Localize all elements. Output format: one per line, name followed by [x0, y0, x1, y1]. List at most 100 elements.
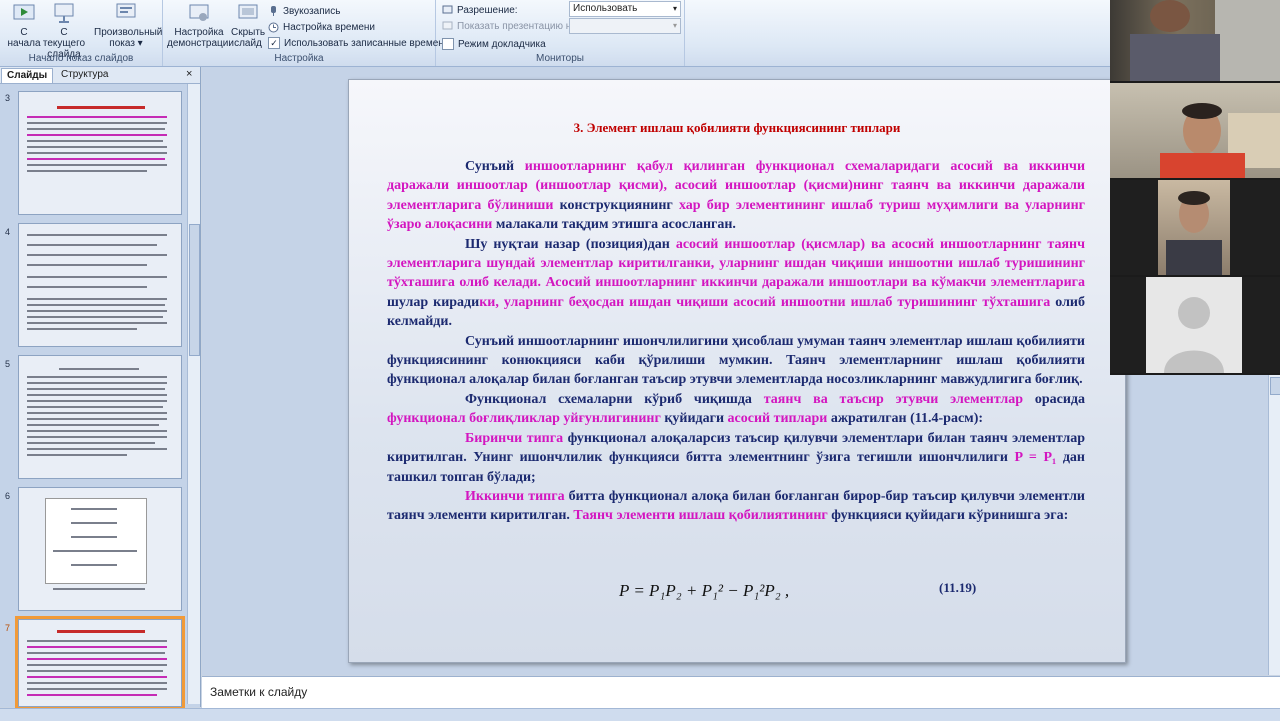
text-segment: таянч ва таъсир этувчи элементлар — [763, 391, 1024, 407]
paragraph-4: Функционал схемаларни кўриб чиқишда таян… — [387, 390, 1085, 429]
text-segment: малакали тақдим этишга асосланган. — [492, 217, 736, 233]
slides-pane-scrollbar[interactable] — [187, 84, 200, 704]
slide-title: 3. Элемент ишлаш қобилияти функциясининг… — [573, 120, 901, 135]
paragraph-1: Сунъий иншоотларнинг қабул қилинган функ… — [387, 157, 1085, 235]
participant-video-3 — [1166, 191, 1222, 275]
current-slide[interactable]: 3. Элемент ишлаш қобилияти функциясининг… — [348, 79, 1126, 663]
resolution-label: Разрешение: — [457, 4, 518, 16]
group-start-slideshow: С начала С текущего слайда Произвольный … — [0, 0, 163, 66]
text-segment: Иккинчи типга — [465, 488, 565, 504]
text-segment: конструкциянинг — [553, 197, 679, 213]
video-tile-2[interactable] — [1110, 83, 1280, 180]
play-icon — [13, 4, 35, 20]
group-monitors: Разрешение: Использовать текуще... ▾ Пок… — [436, 0, 685, 66]
chevron-down-icon: ▾ — [672, 4, 677, 13]
microphone-icon — [271, 5, 276, 16]
slide-thumbnail-4[interactable] — [18, 223, 182, 347]
ribbon: С начала С текущего слайда Произвольный … — [0, 0, 1110, 67]
tab-outline[interactable]: Структура — [56, 68, 113, 82]
projector-icon — [54, 3, 74, 23]
show-on-label-row: Показать презентацию на: — [442, 18, 580, 34]
notes-pane[interactable]: Заметки к слайду — [202, 676, 1280, 709]
equation-number: (11.19) — [939, 580, 977, 595]
from-beginning-label-2: начала — [7, 38, 41, 49]
from-beginning-label-1: С — [20, 27, 28, 38]
record-narration-label: Звукозапись — [283, 5, 341, 17]
text-segment: Биринчи типга — [465, 430, 564, 446]
text-segment: асосий типлари — [727, 411, 828, 427]
notes-placeholder: Заметки к слайду — [210, 685, 308, 699]
presenter-view-label: Режим докладчика — [458, 38, 546, 50]
video-tile-4[interactable] — [1110, 277, 1280, 375]
text-segment: шулар киради — [387, 294, 480, 310]
scrollbar-thumb[interactable] — [1270, 377, 1280, 395]
slide-number-6: 6 — [5, 491, 11, 501]
from-current-slide-button[interactable]: С текущего слайда — [40, 2, 88, 60]
default-avatar-icon — [1164, 297, 1224, 373]
slide-editing-area: 3. Элемент ишлаш қобилияти функциясининг… — [202, 67, 1268, 675]
checkmark-icon: ✓ — [268, 37, 280, 49]
setup-slideshow-button[interactable]: Настройка демонстрации — [167, 2, 234, 50]
text-segment: Сунъий — [465, 159, 525, 174]
scrollbar-thumb[interactable] — [189, 224, 200, 356]
custom-show-icon — [116, 3, 136, 18]
rehearse-timings-button[interactable]: Настройка времени — [268, 19, 375, 35]
slide-number-3: 3 — [5, 93, 11, 103]
close-icon[interactable]: × — [186, 68, 192, 80]
rehearse-timings-label: Настройка времени — [283, 21, 375, 33]
setup-label-2: демонстрации — [167, 38, 234, 49]
slide-number-5: 5 — [5, 359, 11, 369]
resolution-dropdown[interactable]: Использовать текуще... ▾ — [569, 1, 681, 28]
group-start-title: Начало показ слайдов — [28, 53, 134, 64]
from-current-label-1: С текущего — [42, 27, 86, 49]
group-setup-title: Настройка — [274, 53, 324, 64]
text-segment: орасида — [1023, 391, 1085, 407]
hide-slide-label-2: слайд — [234, 38, 262, 49]
paragraph-3: Сунъий иншоотларнинг ишончлилигини ҳисоб… — [387, 332, 1085, 390]
slide-vertical-scrollbar[interactable] — [1268, 373, 1280, 675]
slide-thumbnail-7-selected[interactable] — [15, 616, 185, 710]
text-segment: Функционал схемаларни кўриб чиқишда — [465, 391, 764, 407]
slide-body-text: Сунъий иншоотларнинг қабул қилинган функ… — [387, 157, 1085, 526]
slide-number-4: 4 — [5, 227, 11, 237]
text-segment: функционал боғлиқликлар уйғунлигининг — [387, 411, 661, 427]
monitor-icon — [442, 5, 453, 13]
hide-slide-label-1: Скрыть — [231, 27, 266, 38]
pane-tabs: Слайды Структура × — [0, 67, 200, 84]
group-monitors-title: Мониторы — [536, 53, 584, 64]
show-on-dropdown[interactable]: ▾ — [569, 18, 681, 34]
paragraph-6: Иккинчи типга битта функционал алоқа бил… — [387, 487, 1085, 526]
text-segment: қуйидаги — [660, 411, 728, 427]
presenter-view-checkbox[interactable]: Режим докладчика — [442, 36, 546, 52]
use-timings-label: Использовать записанные времена — [284, 37, 450, 49]
status-bar — [0, 708, 1280, 721]
monitor-icon — [442, 21, 453, 29]
slide-thumbnail-3[interactable] — [18, 91, 182, 215]
custom-show-button[interactable]: Произвольный показ ▾ — [94, 2, 162, 50]
participant-video-2 — [1160, 103, 1280, 178]
slide-thumbnail-6[interactable] — [18, 487, 182, 611]
use-timings-checkbox[interactable]: ✓ Использовать записанные времена — [268, 35, 449, 51]
video-tile-3[interactable] — [1110, 180, 1280, 277]
clock-icon — [268, 22, 279, 32]
chevron-down-icon: ▾ — [672, 21, 677, 30]
hide-slide-button[interactable]: Скрыть слайд — [231, 2, 265, 50]
show-on-label: Показать презентацию на: — [457, 20, 580, 32]
text-segment: Сунъий иншоотларнинг ишончлилигини ҳисоб… — [387, 333, 1085, 388]
participant-video-1 — [1130, 0, 1280, 81]
video-tile-1[interactable] — [1110, 0, 1280, 83]
custom-show-label-2: показ ▾ — [109, 38, 143, 49]
record-narration-button[interactable]: Звукозапись — [268, 3, 340, 19]
formula: P = P₁P₂ + P₁² − P₁²P₂ , — [619, 581, 790, 600]
paragraph-5: Биринчи типга функционал алоқаларсиз таъ… — [387, 429, 1085, 487]
text-segment: функцияси қуйидаги кўринишга эга: — [827, 508, 1069, 524]
hide-slide-icon — [238, 4, 258, 19]
text-segment: Таянч элементи ишлаш қобилиятининг — [573, 508, 828, 524]
custom-show-label-1: Произвольный — [94, 27, 163, 38]
checkbox-empty-icon — [442, 38, 454, 50]
slides-pane: Слайды Структура × 3 4 5 6 7 — [0, 67, 201, 710]
text-segment: P = P₁ — [1014, 450, 1057, 466]
tab-slides[interactable]: Слайды — [1, 68, 54, 83]
text-segment: Шу нуқтаи назар (позиция)дан — [465, 236, 676, 252]
slide-thumbnail-5[interactable] — [18, 355, 182, 479]
